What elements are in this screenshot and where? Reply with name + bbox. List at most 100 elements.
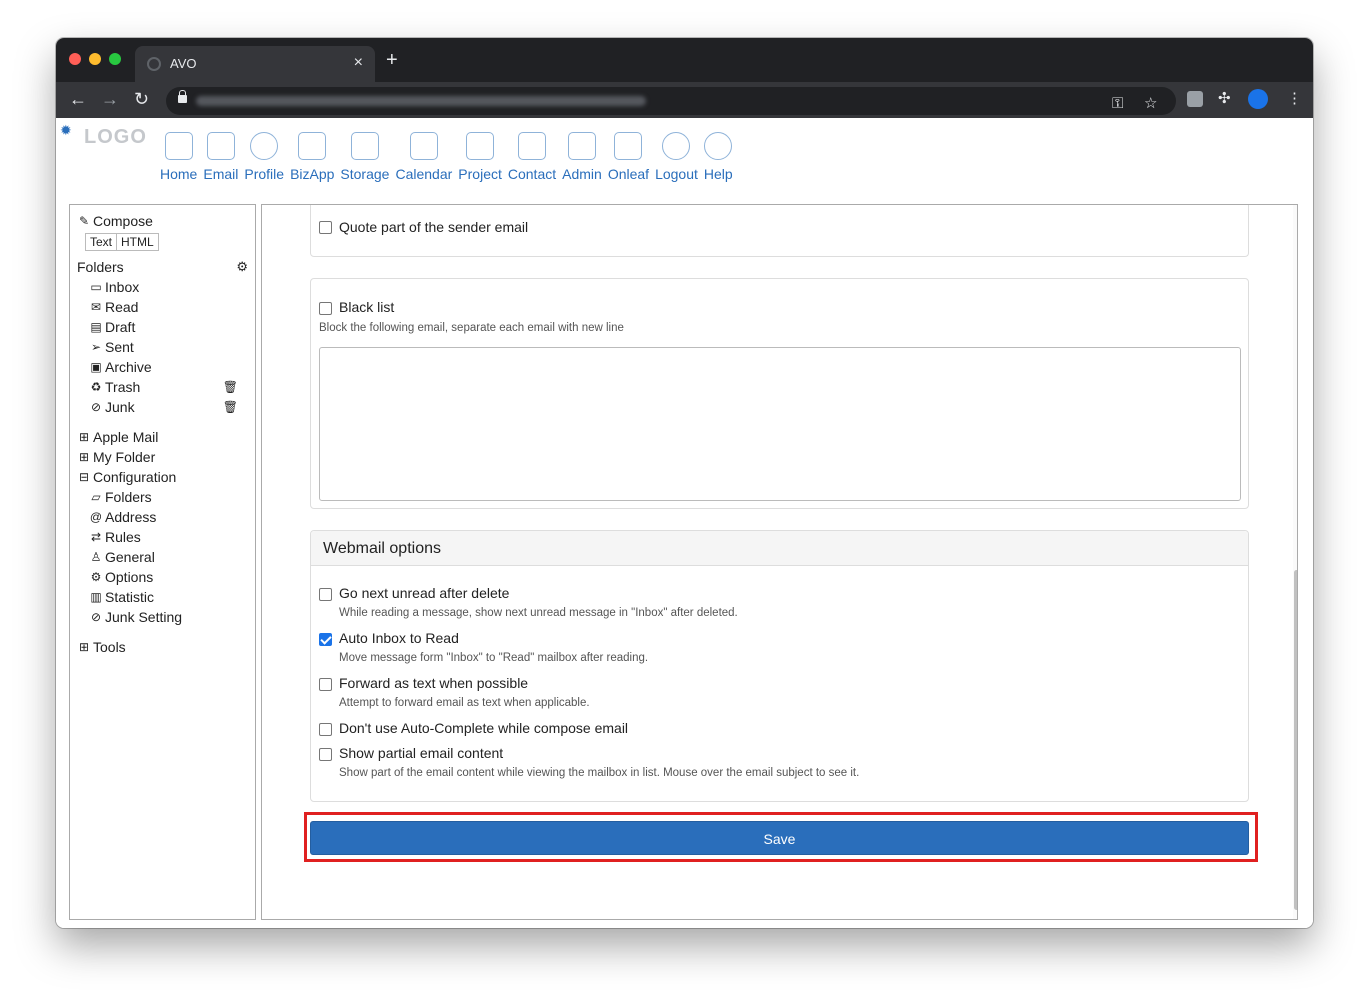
puzzle-icon[interactable]: ✣ (1218, 90, 1231, 108)
group-apple-mail[interactable]: ⊞ Apple Mail (77, 427, 248, 447)
folder-trash[interactable]: ♻ Trash 🗑 (77, 377, 248, 397)
config-label: Junk Setting (105, 609, 183, 625)
back-button[interactable]: ← (69, 89, 87, 109)
edit-icon: ✎ (78, 214, 90, 228)
globe-icon (147, 57, 161, 71)
nav-label: Profile (244, 166, 285, 182)
config-address[interactable]: @ Address (77, 507, 248, 527)
folder-label: Sent (105, 339, 134, 355)
sidebar: ✎ Compose Text HTML Folders ⚙ ▭ Inbox ✉ Read… (69, 204, 256, 920)
collapse-minus-icon: ⊟ (78, 470, 90, 484)
config-general[interactable]: ♙ General (77, 547, 248, 567)
star-icon[interactable]: ☆ (1144, 95, 1157, 113)
config-label: Address (105, 509, 157, 525)
folder-sent[interactable]: ➢ Sent (77, 337, 248, 357)
folder-label: Junk (105, 399, 135, 415)
nav-bizapp[interactable]: BizApp (290, 132, 334, 182)
nav-help[interactable]: Help (704, 132, 733, 182)
option-partial-content-checkbox[interactable] (319, 748, 332, 761)
minimize-window-button[interactable] (89, 53, 101, 65)
folder-label: Inbox (105, 279, 140, 295)
option-no-autocomplete-checkbox[interactable] (319, 723, 332, 736)
address-bar[interactable]: ⚿ ☆ (166, 87, 1176, 115)
webmail-options-title: Webmail options (323, 540, 441, 557)
settings-panel: Quote part of the sender email Black lis… (261, 204, 1298, 920)
group-label: My Folder (93, 449, 156, 465)
address-book-icon (518, 132, 546, 160)
option-help: Show part of the email content while vie… (339, 767, 860, 779)
at-icon: @ (89, 510, 103, 524)
nav-project[interactable]: Project (458, 132, 502, 182)
option-help: Attempt to forward email as text when ap… (339, 697, 590, 709)
nav-calendar[interactable]: Calendar (395, 132, 452, 182)
question-icon (704, 132, 733, 160)
option-auto-inbox-to-read-checkbox[interactable] (319, 633, 332, 646)
nav-admin[interactable]: Admin (562, 132, 602, 182)
nav-label: Logout (655, 166, 698, 182)
group-tools[interactable]: ⊞ Tools (77, 637, 248, 657)
tab-close-icon[interactable]: × (354, 54, 363, 72)
config-statistic[interactable]: ▥ Statistic (77, 587, 248, 607)
reload-button[interactable]: ↻ (134, 89, 149, 109)
config-junk-setting[interactable]: ⊘ Junk Setting (77, 607, 248, 627)
group-configuration[interactable]: ⊟ Configuration (77, 467, 248, 487)
folder-label: Draft (105, 319, 136, 335)
nav-label: Help (703, 166, 733, 182)
folder-archive[interactable]: ▣ Archive (77, 357, 248, 377)
config-options[interactable]: ⚙ Options (77, 567, 248, 587)
empty-junk-icon[interactable]: 🗑 (223, 397, 238, 417)
ban-icon: ⊘ (90, 610, 102, 624)
nav-label: Project (458, 166, 502, 182)
scrollbar-thumb[interactable] (1294, 570, 1297, 910)
nav-storage[interactable]: Storage (340, 132, 389, 182)
format-text-button[interactable]: Text (85, 233, 118, 251)
empty-trash-icon[interactable]: 🗑 (223, 377, 238, 397)
forward-button[interactable]: → (101, 89, 119, 109)
quote-checkbox[interactable] (319, 221, 332, 234)
logo: LOGO (84, 126, 147, 148)
format-html-button[interactable]: HTML (117, 233, 159, 251)
menu-dots-icon[interactable]: ⋮ (1287, 90, 1302, 108)
maximize-window-button[interactable] (109, 53, 121, 65)
blacklist-textarea[interactable] (319, 347, 1241, 501)
save-button[interactable]: Save (310, 821, 1249, 855)
key-icon[interactable]: ⚿ (1112, 95, 1123, 113)
new-tab-button[interactable]: + (386, 50, 398, 70)
group-label: Apple Mail (93, 429, 159, 445)
group-label: Configuration (93, 469, 177, 485)
gear-icon[interactable]: ⚙ (236, 257, 248, 277)
webmail-options-card: Webmail options Go next unread after del… (310, 530, 1249, 802)
nav-onleaf[interactable]: Onleaf (608, 132, 649, 182)
extension-icon[interactable] (1187, 91, 1203, 107)
nav-logout[interactable]: Logout (655, 132, 698, 182)
option-go-next-unread-checkbox[interactable] (319, 588, 332, 601)
nav-label: Onleaf (607, 166, 650, 182)
tab-title: AVO (170, 56, 197, 71)
browser-tab[interactable]: AVO × (135, 46, 375, 82)
blacklist-label: Black list (339, 299, 395, 315)
inbox-icon: ▭ (90, 280, 102, 294)
option-forward-as-text-checkbox[interactable] (319, 678, 332, 691)
compose-format-toggle: Text HTML (85, 233, 248, 251)
folder-junk[interactable]: ⊘ Junk 🗑 (77, 397, 248, 417)
nav-home[interactable]: Home (160, 132, 197, 182)
document-icon: ▤ (90, 320, 102, 334)
expand-plus-icon: ⊞ (78, 430, 90, 444)
config-folders[interactable]: ▱ Folders (77, 487, 248, 507)
nav-profile[interactable]: Profile (244, 132, 284, 182)
profile-avatar-icon[interactable] (1248, 89, 1268, 109)
close-window-button[interactable] (69, 53, 81, 65)
blacklist-checkbox[interactable] (319, 302, 332, 315)
group-my-folder[interactable]: ⊞ My Folder (77, 447, 248, 467)
option-label: Go next unread after delete (339, 585, 510, 601)
nav-contact[interactable]: Contact (508, 132, 556, 182)
folder-read[interactable]: ✉ Read (77, 297, 248, 317)
nav-email[interactable]: Email (203, 132, 238, 182)
option-label: Don't use Auto-Complete while compose em… (339, 720, 629, 736)
compose-link[interactable]: ✎ Compose (77, 211, 248, 231)
config-rules[interactable]: ⇄ Rules (77, 527, 248, 547)
folder-label: Trash (105, 379, 141, 395)
folder-inbox[interactable]: ▭ Inbox (77, 277, 248, 297)
folder-draft[interactable]: ▤ Draft (77, 317, 248, 337)
webmail-options-header: Webmail options (311, 531, 1248, 566)
